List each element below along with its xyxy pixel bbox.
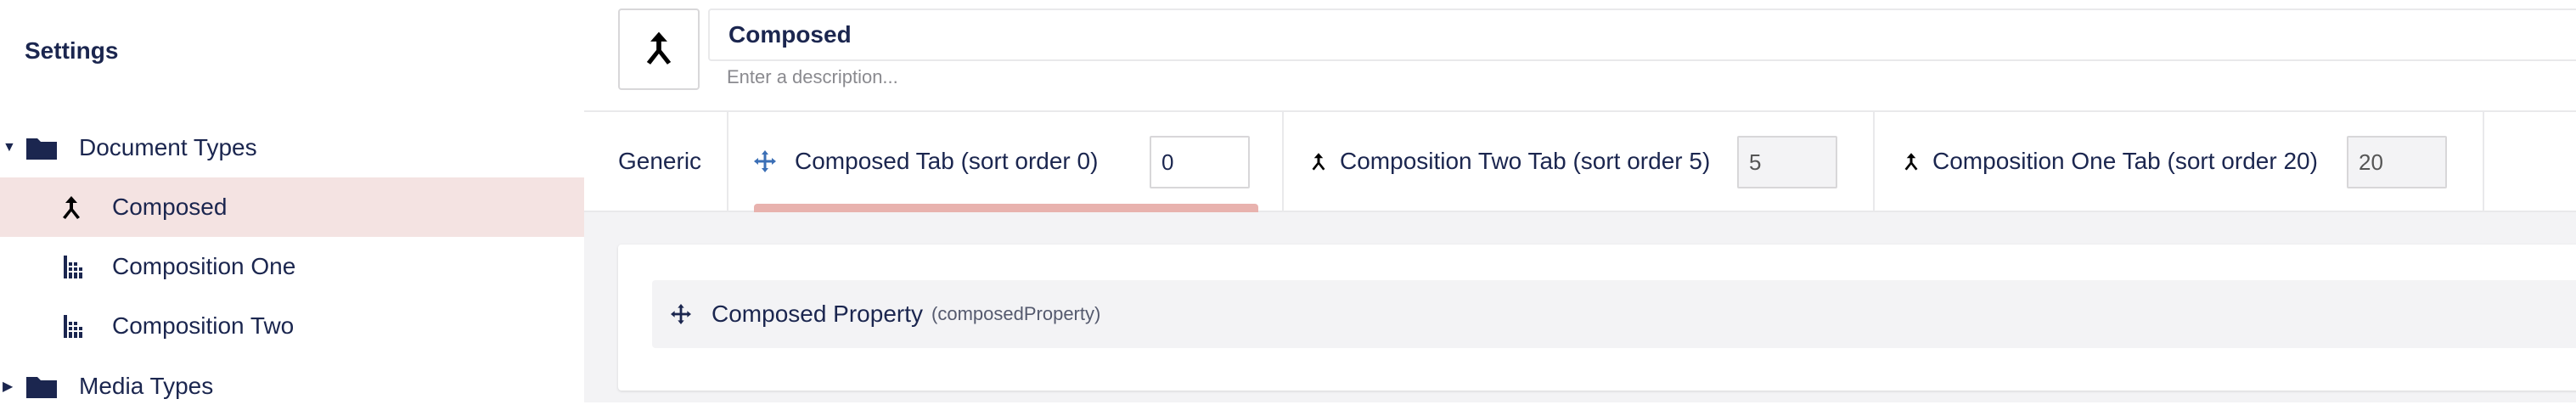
tree-item-composition-one[interactable]: Composition One: [0, 237, 584, 296]
move-icon[interactable]: [754, 150, 776, 172]
main-panel: Composed Enter a description... Generic …: [584, 0, 2576, 402]
active-tab-indicator: [754, 204, 1258, 212]
sidebar: Settings ▼ Document Types Composed Compo…: [0, 0, 586, 402]
editor-header: Composed Enter a description...: [584, 0, 2576, 112]
tab-generic[interactable]: Generic: [618, 112, 701, 211]
sort-order-input: 20: [2347, 136, 2447, 188]
sort-order-input[interactable]: 0: [1150, 136, 1250, 188]
property-name: Composed Property: [711, 301, 924, 327]
merge-icon: [1904, 152, 1919, 171]
folder-icon: [25, 374, 58, 399]
folder-icon: [25, 135, 58, 160]
tab-composition-two[interactable]: Composition Two Tab (sort order 5): [1311, 112, 1710, 211]
tab-label: Composition Two Tab (sort order 5): [1340, 148, 1711, 174]
tab-divider: [1282, 112, 1284, 211]
icon-picker-button[interactable]: [618, 8, 700, 90]
tree-item-media-types[interactable]: ▶ Media Types: [0, 357, 584, 416]
move-icon[interactable]: [671, 304, 691, 324]
tree-item-composed[interactable]: Composed: [0, 177, 584, 237]
merge-icon: [644, 31, 673, 69]
merge-icon: [61, 195, 82, 219]
tree-item-label: Media Types: [79, 373, 214, 399]
tab-label: Composition One Tab (sort order 20): [1932, 148, 2318, 174]
tab-label: Composed Tab (sort order 0): [795, 148, 1099, 174]
building-icon: [63, 313, 83, 339]
property-row[interactable]: Composed Property (composedProperty): [652, 280, 2576, 348]
tree-item-composition-two[interactable]: Composition Two: [0, 296, 584, 356]
tab-divider: [1873, 112, 1875, 211]
tree-item-document-types[interactable]: ▼ Document Types: [0, 118, 584, 177]
property-alias: (composedProperty): [931, 303, 1101, 324]
tab-composition-one[interactable]: Composition One Tab (sort order 20): [1904, 112, 2318, 211]
tab-divider: [2483, 112, 2484, 211]
sidebar-title: Settings: [25, 37, 119, 64]
tab-content-card: Composed Property (composedProperty): [618, 245, 2576, 391]
building-icon: [63, 254, 83, 279]
tree-item-label: Document Types: [79, 134, 257, 160]
tree-item-label: Composition Two: [112, 312, 295, 339]
description-input[interactable]: Enter a description...: [727, 66, 898, 88]
tabs-bar: Generic Composed Tab (sort order 0) 0 Co…: [584, 112, 2576, 212]
name-input[interactable]: Composed: [708, 8, 2576, 61]
sort-order-input: 5: [1737, 136, 1837, 188]
tab-composed[interactable]: Composed Tab (sort order 0): [754, 112, 1098, 211]
caret-right-icon[interactable]: ▶: [3, 378, 13, 395]
tree-item-label: Composed: [112, 194, 228, 220]
caret-down-icon[interactable]: ▼: [3, 140, 16, 155]
merge-icon: [1311, 152, 1326, 171]
tab-divider: [727, 112, 728, 211]
tree-item-label: Composition One: [112, 253, 296, 279]
